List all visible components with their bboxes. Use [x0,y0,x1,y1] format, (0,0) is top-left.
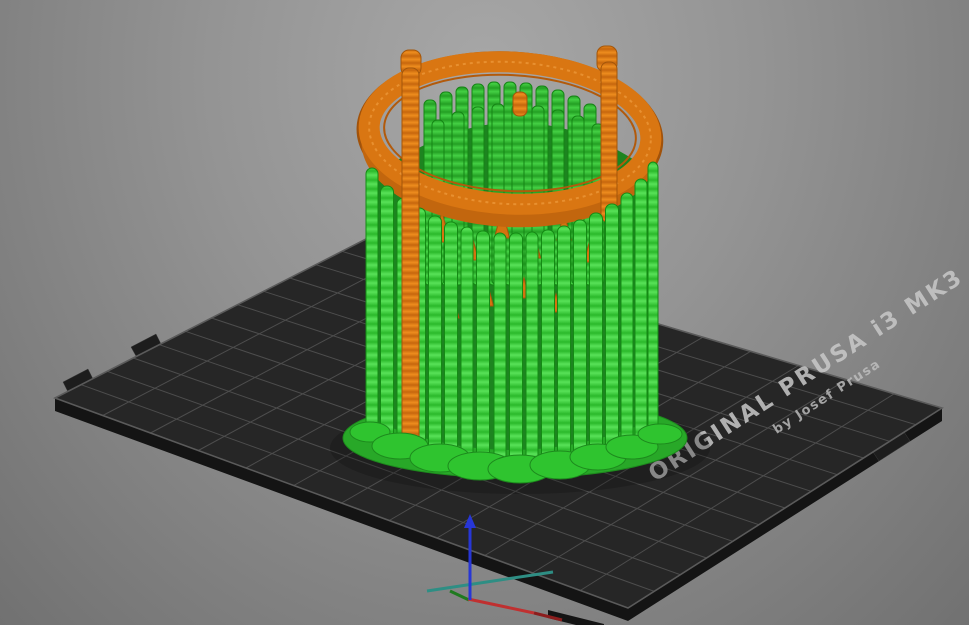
support-column[interactable] [573,219,587,465]
support-column[interactable] [541,229,555,471]
support-column[interactable] [476,230,490,471]
support-column[interactable] [493,232,507,473]
object-pillar-left[interactable] [401,67,420,451]
support-column[interactable] [647,161,659,437]
support-column[interactable] [525,231,539,473]
support-column[interactable] [509,232,523,474]
support-column[interactable] [589,212,603,461]
support-column[interactable] [605,203,619,457]
support-base-lump[interactable] [637,423,683,445]
support-column[interactable] [444,221,458,467]
viewport-scene[interactable]: ORIGINAL PRUSA i3 MK3 by Josef Prusa [0,0,969,625]
model-3d[interactable] [330,45,710,494]
object-pillar-right[interactable] [600,61,618,223]
support-column[interactable] [620,192,634,451]
support-column[interactable] [365,167,379,441]
support-column[interactable] [634,178,648,445]
object-center-nub[interactable] [512,91,528,117]
support-column[interactable] [428,215,442,463]
support-column[interactable] [557,225,571,469]
axis-green-segment [449,589,470,602]
support-column[interactable] [380,185,394,449]
axis-x-red-line [467,597,535,615]
slicer-3d-viewport[interactable]: ORIGINAL PRUSA i3 MK3 by Josef Prusa [0,0,969,625]
support-column[interactable] [460,226,474,469]
